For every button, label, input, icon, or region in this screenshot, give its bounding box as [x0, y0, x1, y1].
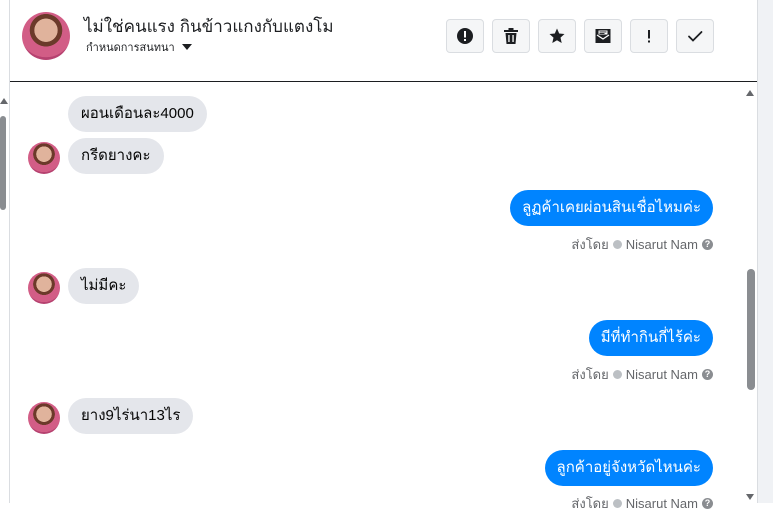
action-toolbar — [446, 19, 714, 53]
sent-by-label: ส่งโดย — [571, 237, 609, 252]
incoming-message-bubble[interactable]: ยาง9ไร่นา13ไร — [68, 398, 194, 434]
contact-avatar-small[interactable] — [28, 272, 60, 304]
important-button[interactable] — [630, 19, 668, 53]
report-button[interactable] — [446, 19, 484, 53]
thread-scrollbar[interactable] — [740, 82, 757, 503]
scroll-up-arrow-icon[interactable] — [746, 90, 754, 96]
contact-avatar[interactable] — [22, 12, 70, 60]
contact-avatar-small[interactable] — [28, 142, 60, 174]
scroll-down-arrow-icon[interactable] — [746, 494, 754, 500]
done-button[interactable] — [676, 19, 714, 53]
outgoing-message-bubble[interactable]: ลูฏค้าเคยผ่อนสินเชื่อไหมค่ะ — [510, 190, 713, 226]
conversation-header: ไม่ใช่คนแรง กินข้าวแกงกับแตงโม กำหนดการส… — [10, 0, 757, 82]
envelope-icon — [595, 29, 611, 43]
left-scroll-up-arrow-icon[interactable] — [0, 98, 8, 104]
trash-icon — [504, 28, 518, 44]
star-icon — [549, 28, 565, 43]
sender-name[interactable]: Nisarut Nam — [626, 496, 698, 511]
exclamation-circle-icon — [457, 28, 473, 44]
sent-by-line: ส่งโดย Nisarut Nam ? — [571, 234, 713, 255]
sent-by-label: ส่งโดย — [571, 496, 609, 511]
sent-by-line: ส่งโดย Nisarut Nam ? — [571, 364, 713, 385]
mark-unread-button[interactable] — [584, 19, 622, 53]
caret-down-icon — [181, 44, 192, 50]
exclamation-icon — [648, 30, 650, 43]
scrollbar-thumb[interactable] — [747, 269, 755, 390]
help-icon[interactable]: ? — [702, 239, 713, 250]
conversation-schedule-dropdown[interactable]: กำหนดการสนทนา — [86, 38, 192, 56]
sent-by-line: ส่งโดย Nisarut Nam ? — [571, 493, 713, 514]
sent-by-label: ส่งโดย — [571, 367, 609, 382]
help-icon[interactable]: ? — [702, 369, 713, 380]
sender-name[interactable]: Nisarut Nam — [626, 237, 698, 252]
sent-check-icon — [612, 240, 622, 249]
delete-button[interactable] — [492, 19, 530, 53]
incoming-message-bubble[interactable]: ไม่มีคะ — [68, 268, 140, 304]
schedule-label: กำหนดการสนทนา — [86, 42, 175, 54]
outgoing-message-bubble[interactable]: ลูกค้าอยู่จังหวัดไหนค่ะ — [544, 450, 713, 486]
page-edge — [757, 0, 773, 503]
sent-check-icon — [612, 499, 622, 508]
incoming-message-bubble[interactable]: กรีดยางคะ — [68, 138, 164, 174]
incoming-message-bubble[interactable]: ผอนเดือนละ4000 — [68, 96, 207, 132]
sent-check-icon — [612, 370, 622, 379]
star-button[interactable] — [538, 19, 576, 53]
contact-avatar-small[interactable] — [28, 402, 60, 434]
help-icon[interactable]: ? — [702, 498, 713, 509]
left-panel-edge — [0, 0, 10, 503]
contact-name[interactable]: ไม่ใช่คนแรง กินข้าวแกงกับแตงโม — [84, 13, 334, 40]
sender-name[interactable]: Nisarut Nam — [626, 367, 698, 382]
checkmark-icon — [688, 31, 703, 42]
outgoing-message-bubble[interactable]: มีที่ทำกินกี่ไร้ค่ะ — [588, 320, 713, 356]
left-scrollbar-thumb[interactable] — [0, 116, 6, 210]
